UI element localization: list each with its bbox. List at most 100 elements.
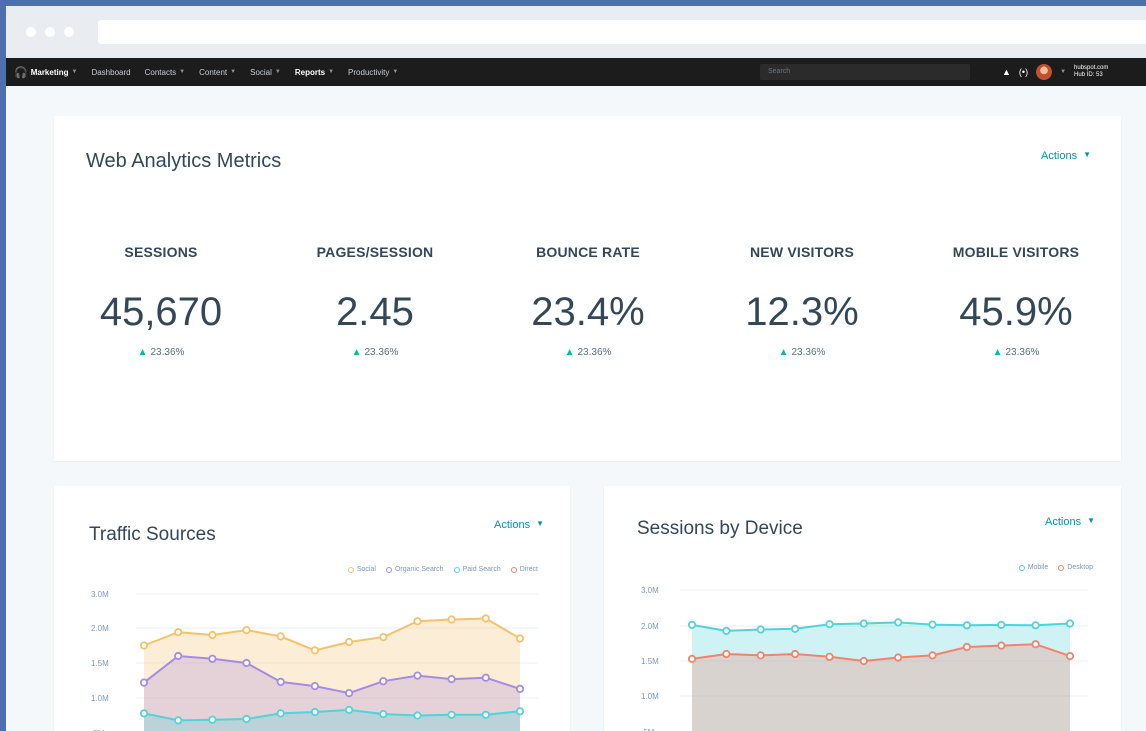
nav-item-label: Productivity xyxy=(348,67,390,77)
trend-up-icon: ▲ xyxy=(137,347,148,358)
nav-item-reports[interactable]: Reports ▼ xyxy=(295,68,334,77)
web-analytics-card: Web Analytics Metrics Actions ▼ SESSIONS… xyxy=(54,116,1121,461)
top-nav: 🎧 Marketing ▼ Dashboard Contacts ▼ Conte… xyxy=(6,58,1146,86)
metric-mobile-visitors: MOBILE VISITORS 45.9% ▲ 23.36% xyxy=(909,244,1123,358)
data-point-paid-search xyxy=(515,707,525,716)
y-tick-label: 1.5M xyxy=(641,657,659,666)
metric-change: ▲ 23.36% xyxy=(54,347,268,358)
minimize-window-dot[interactable] xyxy=(45,27,55,37)
chevron-down-icon: ▼ xyxy=(71,69,78,75)
data-point-organic-search xyxy=(481,673,490,682)
data-point-organic-search xyxy=(310,682,319,691)
data-point-social xyxy=(515,634,525,643)
data-point-mobile xyxy=(859,619,868,628)
chevron-down-icon: ▼ xyxy=(274,69,281,75)
traffic-sources-chart: 3.0M2.0M1.5M1.0M.5M xyxy=(91,590,538,731)
account-info[interactable]: hubspot.com Hub ID: 53 xyxy=(1074,65,1108,79)
metric-sessions: SESSIONS 45,670 ▲ 23.36% xyxy=(54,244,268,358)
data-point-organic-search xyxy=(379,677,388,686)
metric-value: 45,670 xyxy=(99,290,223,334)
data-point-desktop xyxy=(687,654,697,663)
metric-label: MOBILE VISITORS xyxy=(952,244,1080,260)
traffic-sources-card: Traffic Sources Actions ▼ Social Organic … xyxy=(54,486,570,731)
metric-change-value: 23.36% xyxy=(1005,347,1040,358)
data-point-social xyxy=(139,641,149,650)
data-point-social xyxy=(310,646,319,655)
data-point-organic-search xyxy=(174,651,183,661)
nav-item-contacts[interactable]: Contacts ▼ xyxy=(145,68,186,77)
search-input[interactable]: Search xyxy=(760,64,970,80)
metric-value: 2.45 xyxy=(336,290,414,334)
data-point-paid-search xyxy=(139,709,149,718)
notifications-icon[interactable]: (•) xyxy=(1019,67,1028,77)
hubspot-logo-icon: 🎧 xyxy=(14,66,28,79)
data-point-desktop xyxy=(756,651,765,660)
data-point-paid-search xyxy=(242,714,251,724)
data-point-paid-search xyxy=(481,710,490,719)
data-point-organic-search xyxy=(276,677,285,686)
trend-up-icon: ▲ xyxy=(351,347,362,358)
data-point-mobile xyxy=(1031,621,1040,630)
nav-item-content[interactable]: Content ▼ xyxy=(199,68,236,77)
nav-item-label: Content xyxy=(199,67,228,77)
address-bar[interactable] xyxy=(98,20,1146,44)
chevron-down-icon[interactable]: ▼ xyxy=(1060,69,1066,75)
nav-item-label: Social xyxy=(250,67,272,77)
metric-change-value: 23.36% xyxy=(577,347,612,358)
y-tick-label: 1.0M xyxy=(91,694,109,703)
data-point-desktop xyxy=(825,652,834,661)
nav-item-marketing[interactable]: 🎧 Marketing ▼ xyxy=(14,66,77,79)
metric-change: ▲ 23.36% xyxy=(268,347,482,358)
data-point-social xyxy=(242,626,251,635)
browser-window: 🎧 Marketing ▼ Dashboard Contacts ▼ Conte… xyxy=(0,0,1146,731)
account-domain: hubspot.com xyxy=(1074,65,1109,71)
data-point-paid-search xyxy=(447,710,456,719)
data-point-organic-search xyxy=(515,684,525,693)
nav-item-dashboard[interactable]: Dashboard xyxy=(91,68,130,77)
nav-item-productivity[interactable]: Productivity ▼ xyxy=(348,68,398,77)
data-point-desktop xyxy=(859,656,868,666)
data-point-mobile xyxy=(825,620,834,629)
data-point-social xyxy=(344,637,354,647)
data-point-paid-search xyxy=(413,711,422,720)
data-point-desktop xyxy=(997,641,1006,650)
y-tick-label: 3.0M xyxy=(641,586,659,595)
metric-change: ▲ 23.36% xyxy=(481,347,695,358)
chevron-down-icon: ▼ xyxy=(328,69,335,75)
data-point-paid-search xyxy=(344,705,354,714)
data-point-mobile xyxy=(997,620,1006,629)
data-point-social xyxy=(447,615,456,624)
y-tick-label: 1.0M xyxy=(641,692,659,701)
data-point-social xyxy=(276,632,285,641)
metric-change-value: 23.36% xyxy=(791,347,826,358)
actions-label: Actions xyxy=(1041,150,1078,162)
close-window-dot[interactable] xyxy=(26,27,36,37)
nav-item-social[interactable]: Social ▼ xyxy=(250,68,281,77)
data-point-organic-search xyxy=(208,654,217,663)
metric-value: 45.9% xyxy=(959,290,1073,334)
y-tick-label: 2.0M xyxy=(91,624,109,633)
data-point-mobile xyxy=(894,618,903,627)
data-point-paid-search xyxy=(379,710,388,719)
nav-item-label: Dashboard xyxy=(91,67,131,77)
data-point-organic-search xyxy=(242,658,251,668)
data-point-social xyxy=(481,614,490,623)
metric-new-visitors: NEW VISITORS 12.3% ▲ 23.36% xyxy=(695,244,909,358)
data-point-desktop xyxy=(1031,640,1040,649)
data-point-organic-search xyxy=(447,675,456,684)
metric-bounce-rate: BOUNCE RATE 23.4% ▲ 23.36% xyxy=(481,244,695,358)
graduation-cap-icon[interactable]: ▲ xyxy=(1002,67,1011,77)
metric-change: ▲ 23.36% xyxy=(909,347,1123,358)
data-point-desktop xyxy=(962,642,971,652)
sessions-by-device-chart: 3.0M2.0M1.5M1.0M.5M xyxy=(641,586,1088,731)
y-tick-label: 2.0M xyxy=(641,622,659,631)
y-tick-label: 1.5M xyxy=(91,659,109,668)
maximize-window-dot[interactable] xyxy=(64,27,74,37)
actions-dropdown[interactable]: Actions ▼ xyxy=(1041,150,1091,162)
data-point-desktop xyxy=(1065,652,1075,661)
data-point-mobile xyxy=(1065,619,1075,628)
data-point-desktop xyxy=(894,653,903,662)
avatar[interactable] xyxy=(1036,64,1053,80)
data-point-organic-search xyxy=(139,678,149,687)
data-point-mobile xyxy=(756,625,765,634)
